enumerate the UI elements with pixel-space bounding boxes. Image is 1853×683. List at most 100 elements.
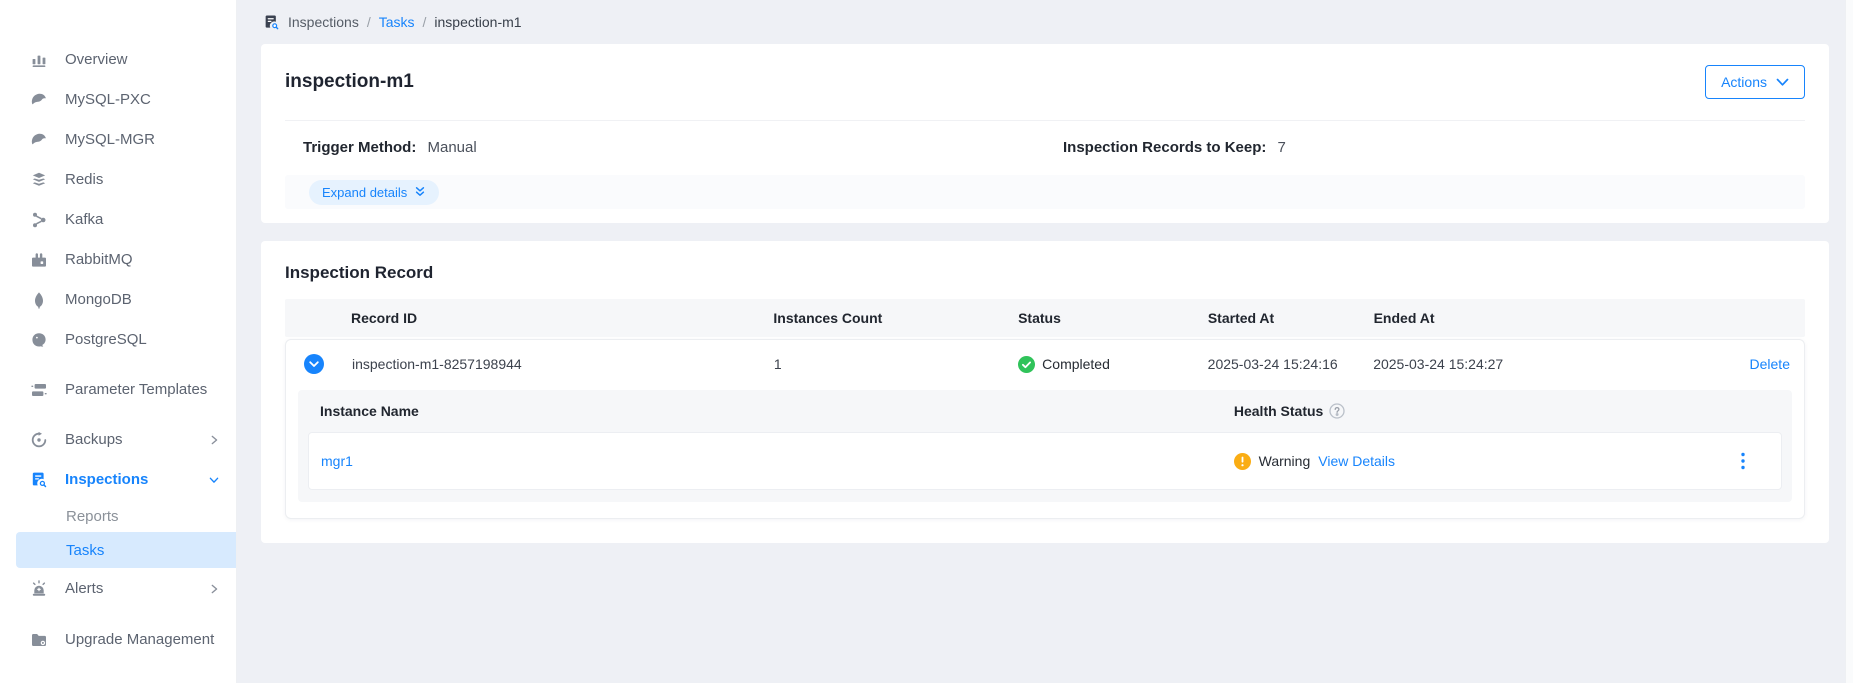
view-details-link[interactable]: View Details (1318, 453, 1395, 469)
started-at-value: 2025-03-24 15:24:16 (1198, 356, 1364, 372)
kafka-icon (30, 211, 48, 229)
sidebar-item-backups[interactable]: Backups (0, 420, 236, 460)
column-record-id: Record ID (341, 310, 763, 326)
instances-table-header: Instance Name Health Status (308, 390, 1782, 432)
sidebar-item-label: Kafka (65, 211, 220, 230)
upgrade-management-icon (30, 631, 48, 649)
mysql-dolphin-icon (30, 131, 48, 149)
task-header-card: inspection-m1 Actions Trigger Method: Ma… (261, 44, 1829, 223)
table-row: inspection-m1-8257198944 1 Completed 202… (286, 340, 1804, 388)
sidebar-item-label: Backups (65, 431, 191, 450)
actions-button-label: Actions (1721, 74, 1767, 90)
sidebar-item-reports[interactable]: Reports (0, 500, 236, 532)
field-label: Trigger Method: (303, 139, 416, 156)
sidebar-item-inspections[interactable]: Inspections (0, 460, 236, 500)
sidebar-item-label: Alerts (65, 580, 191, 599)
alerts-icon (30, 580, 48, 598)
column-instance-name: Instance Name (308, 403, 1222, 419)
postgresql-icon (30, 331, 48, 349)
sidebar-item-label: MySQL-MGR (65, 131, 220, 150)
sidebar-item-label: Tasks (66, 542, 104, 559)
redis-icon (30, 171, 48, 189)
delete-link[interactable]: Delete (1750, 356, 1790, 372)
breadcrumb-item: Inspections (288, 14, 359, 30)
collapse-row-button[interactable] (304, 354, 324, 374)
field-trigger-method: Trigger Method: Manual (303, 139, 477, 156)
status-label: Completed (1042, 356, 1110, 372)
expand-details-button[interactable]: Expand details (309, 180, 439, 205)
section-title: Inspection Record (285, 263, 1805, 283)
sidebar-item-redis[interactable]: Redis (0, 160, 236, 200)
field-label: Inspection Records to Keep: (1063, 139, 1266, 156)
column-started-at: Started At (1198, 310, 1364, 326)
sidebar: Overview MySQL-PXC MySQL-MGR Redis Kafka… (0, 0, 237, 683)
parameter-templates-icon (30, 381, 48, 399)
sidebar-item-rabbitmq[interactable]: RabbitMQ (0, 240, 236, 280)
instance-row-menu-button[interactable] (1741, 452, 1781, 470)
chevron-down-icon (208, 474, 220, 486)
expand-details-label: Expand details (322, 185, 407, 200)
check-circle-icon (1018, 356, 1035, 373)
sidebar-item-tasks[interactable]: Tasks (16, 532, 236, 568)
sidebar-item-mongodb[interactable]: MongoDB (0, 280, 236, 320)
sidebar-item-label: RabbitMQ (65, 251, 220, 270)
task-fields: Trigger Method: Manual Inspection Record… (285, 139, 1805, 158)
sidebar-item-label: PostgreSQL (65, 331, 220, 350)
sidebar-item-mysql-pxc[interactable]: MySQL-PXC (0, 80, 236, 120)
sidebar-item-label: Inspections (65, 471, 191, 490)
sidebar-item-label: MongoDB (65, 291, 220, 310)
column-instances-count: Instances Count (763, 310, 1008, 326)
sidebar-item-kafka[interactable]: Kafka (0, 200, 236, 240)
sidebar-item-overview[interactable]: Overview (0, 40, 236, 80)
question-circle-icon[interactable] (1329, 403, 1345, 419)
health-status-badge: Warning View Details (1222, 453, 1741, 470)
warning-circle-icon (1234, 453, 1251, 470)
overview-icon (30, 51, 48, 69)
double-chevron-down-icon (414, 186, 426, 198)
column-health-status: Health Status (1222, 403, 1782, 419)
sidebar-item-parameter-templates[interactable]: Parameter Templates (0, 360, 236, 420)
breadcrumb-item-tasks[interactable]: Tasks (379, 14, 415, 30)
title-row: inspection-m1 Actions (285, 44, 1805, 121)
backups-icon (30, 431, 48, 449)
instances-count-value: 1 (764, 356, 1008, 372)
column-ended-at: Ended At (1364, 310, 1694, 326)
column-status: Status (1008, 310, 1198, 326)
details-strip: Expand details (285, 175, 1805, 209)
sidebar-item-mysql-mgr[interactable]: MySQL-MGR (0, 120, 236, 160)
chevron-right-icon (208, 434, 220, 446)
instances-panel: Instance Name Health Status mgr1 Warning… (298, 390, 1792, 502)
inspections-icon (263, 14, 280, 31)
inspection-record-card: Inspection Record Record ID Instances Co… (261, 241, 1829, 543)
sidebar-item-label: Reports (66, 508, 119, 525)
scrollbar-track[interactable] (1845, 0, 1853, 683)
field-records-to-keep: Inspection Records to Keep: 7 (1063, 139, 1286, 156)
sidebar-item-upgrade-management[interactable]: Upgrade Management (0, 610, 236, 670)
record-row-actions: Delete (1740, 356, 1804, 372)
sidebar-item-label: Redis (65, 171, 220, 190)
record-row-expanded-box: inspection-m1-8257198944 1 Completed 202… (285, 339, 1805, 519)
actions-button[interactable]: Actions (1705, 65, 1805, 99)
rabbitmq-icon (30, 251, 48, 269)
health-status-label: Warning (1259, 453, 1311, 469)
ended-at-value: 2025-03-24 15:24:27 (1363, 356, 1692, 372)
status-badge: Completed (1008, 356, 1197, 373)
mongodb-icon (30, 291, 48, 309)
breadcrumb: Inspections / Tasks / inspection-m1 (261, 10, 1829, 34)
column-health-status-label: Health Status (1234, 403, 1323, 419)
sidebar-item-postgresql[interactable]: PostgreSQL (0, 320, 236, 360)
instance-name-link[interactable]: mgr1 (321, 453, 353, 469)
record-id-value: inspection-m1-8257198944 (342, 356, 764, 372)
breadcrumb-separator: / (367, 14, 371, 30)
sidebar-item-label: Overview (65, 51, 220, 70)
sidebar-item-label: Upgrade Management (65, 631, 220, 650)
chevron-down-icon (1776, 78, 1789, 87)
chevron-right-icon (208, 583, 220, 595)
sidebar-item-label: Parameter Templates (65, 381, 220, 400)
instance-row: mgr1 Warning View Details (308, 432, 1782, 490)
breadcrumb-separator: / (423, 14, 427, 30)
field-value: Manual (428, 139, 477, 156)
breadcrumb-item-current: inspection-m1 (434, 14, 521, 30)
sidebar-item-alerts[interactable]: Alerts (0, 568, 236, 610)
page-title: inspection-m1 (285, 71, 414, 93)
